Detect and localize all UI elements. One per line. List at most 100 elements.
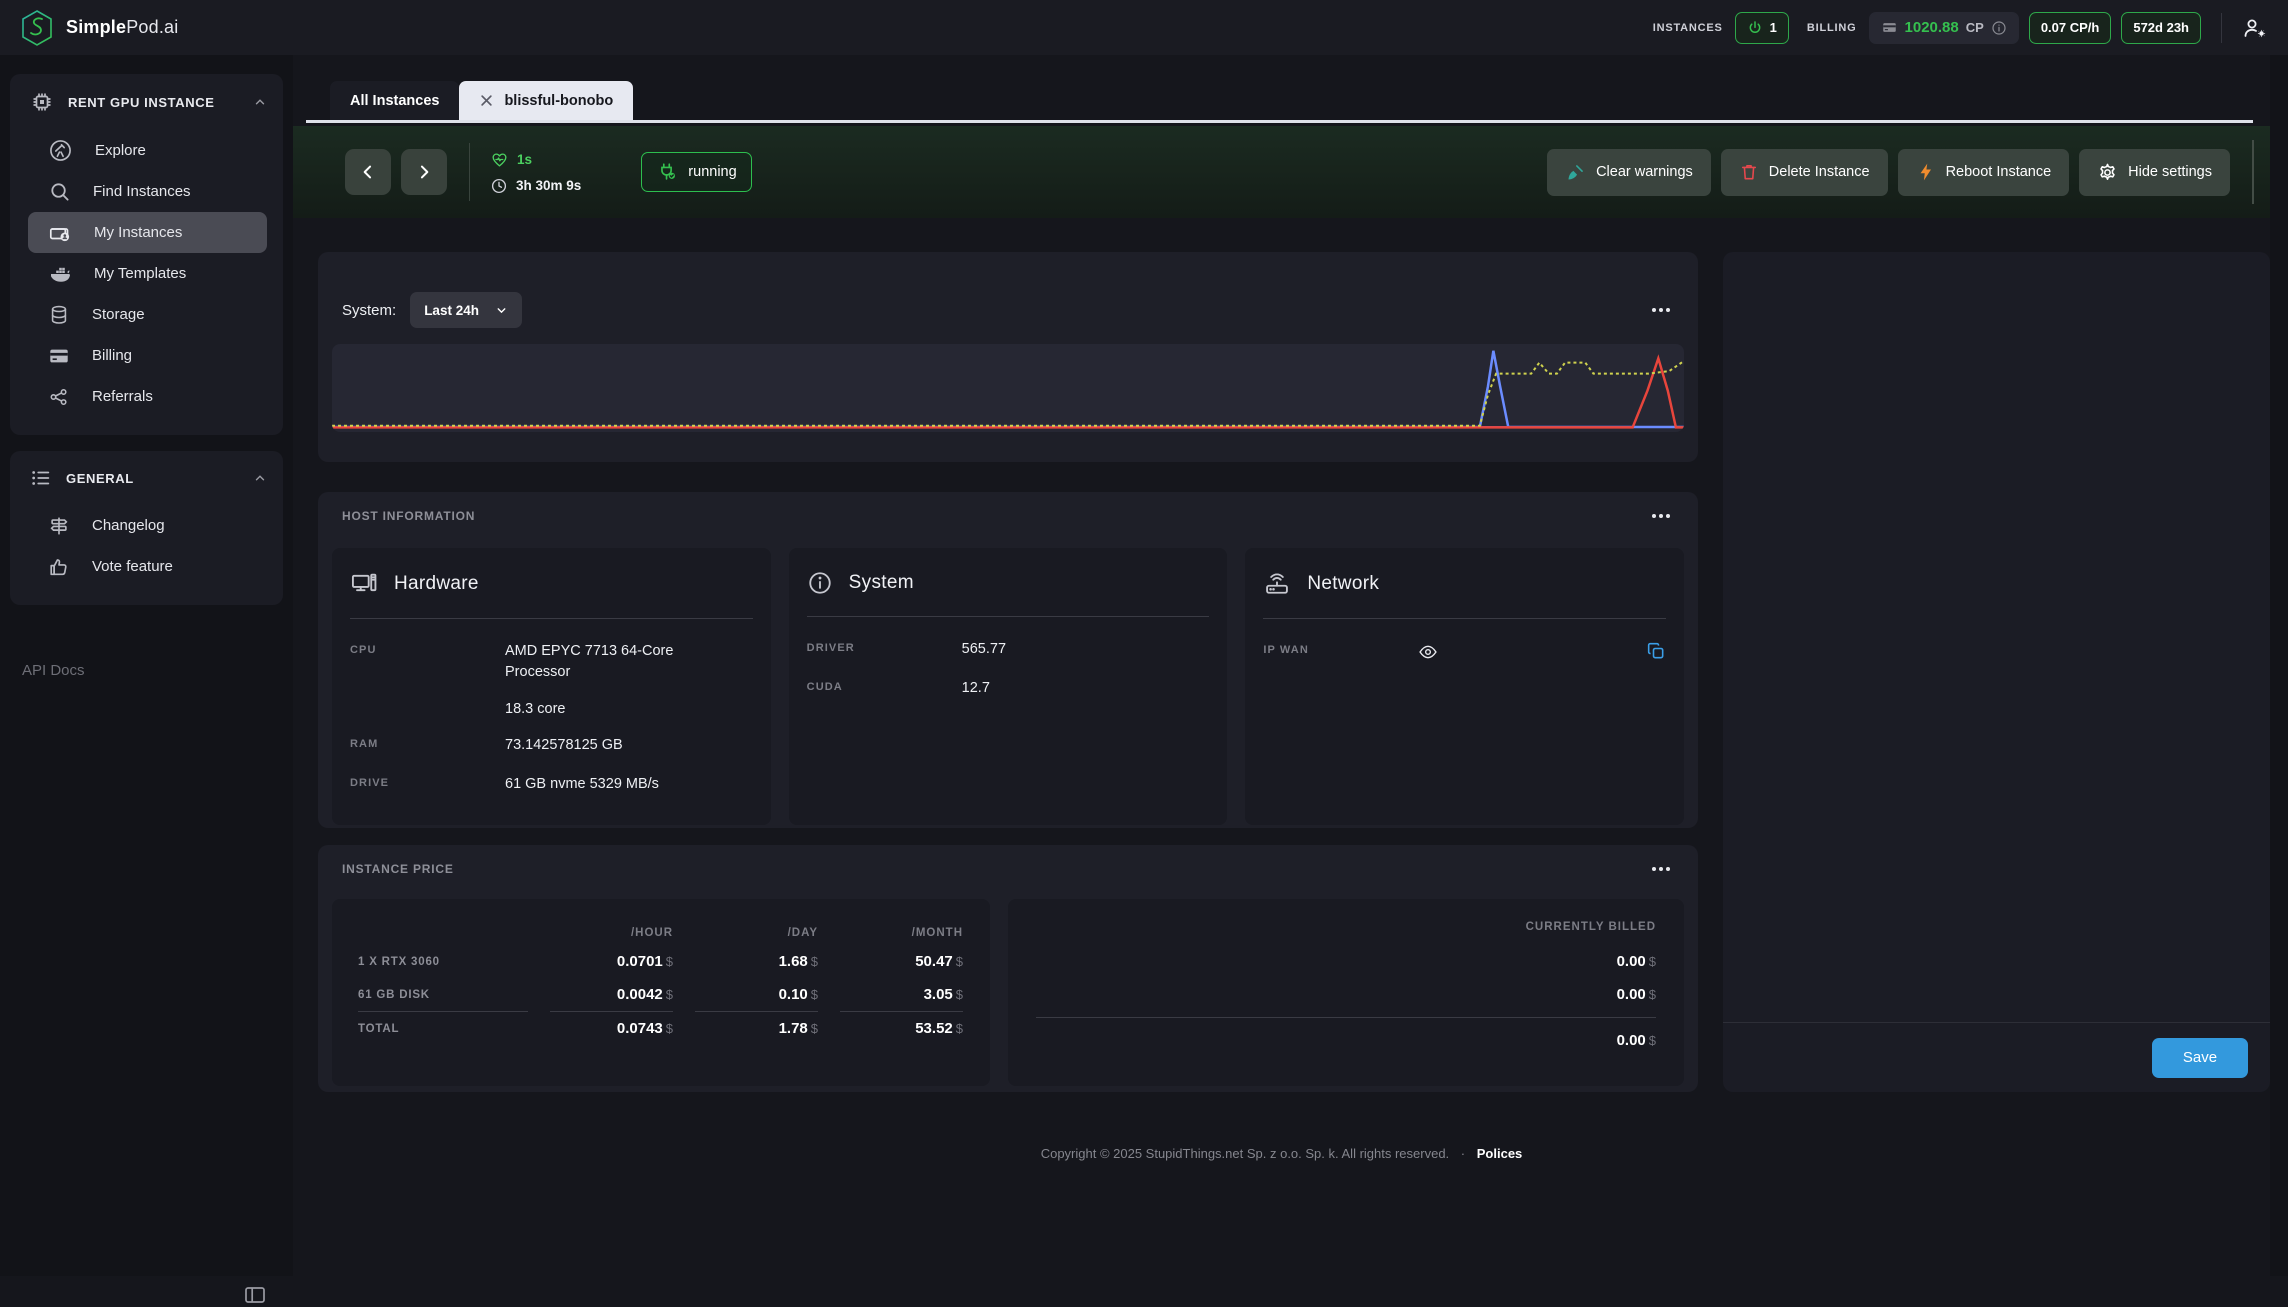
close-icon[interactable]: [479, 93, 494, 108]
sidebar-item-label: Changelog: [92, 517, 165, 534]
rate-badge[interactable]: 0.07 CP/h: [2029, 12, 2112, 44]
currency: $: [666, 1021, 673, 1036]
price-value: 1.68: [779, 953, 808, 970]
system-usage-chart[interactable]: [332, 344, 1684, 432]
right-edge-strip: [2270, 55, 2288, 1276]
price-row-gpu: 1 X RTX 3060 0.0701$ 1.68$ 50.47$: [358, 945, 963, 978]
account-settings-icon[interactable]: [2242, 16, 2268, 40]
general-section-label: GENERAL: [66, 471, 134, 486]
drive-value: 61 GB nvme 5329 MB/s: [505, 774, 659, 795]
hide-settings-button[interactable]: Hide settings: [2079, 149, 2230, 196]
tab-all-instances[interactable]: All Instances: [330, 81, 459, 120]
gear-icon: [2097, 162, 2118, 183]
prev-instance-button[interactable]: [345, 149, 391, 195]
currency: $: [666, 954, 673, 969]
balance-badge[interactable]: 1020.88 CP: [1869, 12, 2019, 44]
button-label: Hide settings: [2128, 164, 2212, 180]
clear-warnings-button[interactable]: Clear warnings: [1547, 149, 1711, 196]
currency: $: [956, 954, 963, 969]
rate-value: 0.07 CP/h: [2041, 20, 2100, 35]
button-label: Delete Instance: [1769, 164, 1870, 180]
sidebar-item-referrals[interactable]: Referrals: [28, 376, 267, 417]
sidebar-item-find-instances[interactable]: Find Instances: [28, 171, 267, 212]
page-footer: Copyright © 2025 StupidThings.net Sp. z …: [293, 1146, 2270, 1161]
signpost-icon: [48, 515, 70, 537]
cuda-value: 12.7: [962, 678, 990, 699]
save-button[interactable]: Save: [2152, 1038, 2248, 1078]
host-information-panel: HOST INFORMATION Hardware CPU AMD EPYC: [318, 492, 1698, 828]
currency: $: [956, 987, 963, 1002]
system-card-title: System: [849, 572, 914, 594]
price-row-disk: 61 GB DISK 0.0042$ 0.10$ 3.05$: [358, 978, 963, 1011]
drive-label: DRIVE: [350, 774, 505, 789]
billed-row: 0.00$: [1036, 945, 1656, 978]
ram-value: 73.142578125 GB: [505, 735, 623, 756]
ram-label: RAM: [350, 735, 505, 750]
system-label: System:: [342, 302, 396, 319]
thumbs-up-icon: [48, 556, 70, 578]
sidebar-item-my-templates[interactable]: My Templates: [28, 253, 267, 294]
docker-icon: [48, 262, 72, 286]
billed-value: 0.00: [1617, 986, 1646, 1003]
currency: $: [811, 987, 818, 1002]
billed-total-row: 0.00$: [1036, 1024, 1656, 1057]
general-section-header[interactable]: GENERAL: [10, 451, 283, 489]
chevron-right-icon: [414, 162, 434, 182]
currency: $: [1649, 1033, 1656, 1048]
sidebar-item-vote-feature[interactable]: Vote feature: [28, 546, 267, 587]
instances-label: INSTANCES: [1653, 22, 1723, 34]
rent-gpu-section-header[interactable]: RENT GPU INSTANCE: [10, 74, 283, 114]
broom-icon: [1565, 162, 1586, 183]
divider: [358, 1011, 963, 1012]
sidebar-collapse-icon[interactable]: [243, 1283, 267, 1307]
info-icon[interactable]: [1991, 20, 2007, 36]
price-value: 0.0701: [617, 953, 663, 970]
sidebar-item-label: Vote feature: [92, 558, 173, 575]
currency: $: [811, 1021, 818, 1036]
time-left-value: 572d 23h: [2133, 20, 2189, 35]
cuda-label: CUDA: [807, 678, 962, 693]
reveal-ip-eye-icon[interactable]: [1418, 641, 1438, 662]
ip-wan-label: IP WAN: [1263, 641, 1418, 656]
time-left-badge[interactable]: 572d 23h: [2121, 12, 2201, 44]
sidebar-item-storage[interactable]: Storage: [28, 294, 267, 335]
power-icon: [1747, 20, 1763, 36]
instances-count-badge[interactable]: 1: [1735, 12, 1789, 44]
sidebar-item-label: My Instances: [94, 224, 182, 241]
footer-separator: ·: [1461, 1146, 1465, 1161]
api-docs-link[interactable]: API Docs: [22, 662, 85, 679]
sidebar-item-my-instances[interactable]: My Instances: [28, 212, 267, 253]
hardware-card: Hardware CPU AMD EPYC 7713 64-Core Proce…: [332, 548, 771, 825]
next-instance-button[interactable]: [401, 149, 447, 195]
brand-logo[interactable]: SimplePod.ai: [20, 9, 178, 47]
tab-label: blissful-bonobo: [504, 93, 613, 109]
price-value: 53.52: [915, 1020, 953, 1037]
delete-instance-button[interactable]: Delete Instance: [1721, 149, 1888, 196]
price-table-card: /HOUR /DAY /MONTH 1 X RTX 3060 0.0701$ 1…: [332, 899, 990, 1086]
currently-billed-title: CURRENTLY BILLED: [1036, 921, 1656, 945]
copy-ip-icon[interactable]: [1646, 641, 1666, 661]
sidebar-item-explore[interactable]: Explore: [28, 130, 267, 171]
polices-link[interactable]: Polices: [1477, 1146, 1523, 1161]
price-value: 0.10: [779, 986, 808, 1003]
tab-instance-blissful-bonobo[interactable]: blissful-bonobo: [459, 81, 633, 120]
brand-name: SimplePod.ai: [66, 17, 178, 38]
time-range-select[interactable]: Last 24h: [410, 292, 522, 328]
sidebar-item-billing[interactable]: Billing: [28, 335, 267, 376]
hardware-card-title: Hardware: [394, 573, 479, 595]
my-instances-icon: [48, 221, 72, 245]
plug-icon: [656, 161, 678, 183]
system-panel-menu[interactable]: [1648, 302, 1674, 318]
instance-price-menu[interactable]: [1648, 861, 1674, 877]
system-chart-svg: [332, 344, 1684, 432]
sidebar-item-changelog[interactable]: Changelog: [28, 505, 267, 546]
credit-card-icon: [48, 345, 70, 367]
general-section: GENERAL Changelog: [10, 451, 283, 605]
billed-row: 0.00$: [1036, 978, 1656, 1011]
instances-count: 1: [1770, 20, 1777, 35]
reboot-instance-button[interactable]: Reboot Instance: [1898, 149, 2070, 196]
list-icon: [30, 467, 52, 489]
uptime-value: 3h 30m 9s: [516, 178, 581, 193]
balance-amount: 1020.88: [1905, 19, 1959, 36]
host-information-menu[interactable]: [1648, 508, 1674, 524]
